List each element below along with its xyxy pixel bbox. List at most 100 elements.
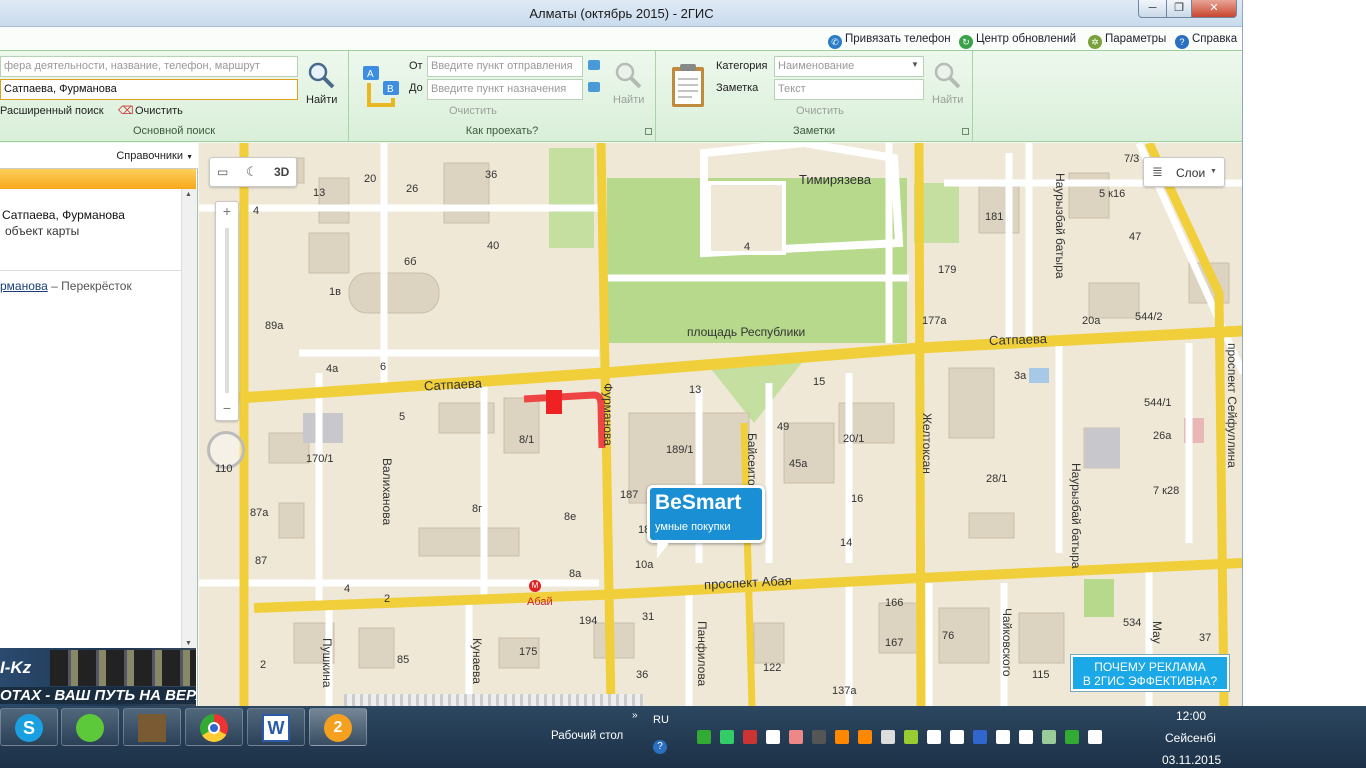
- map-bottom-scrollbar[interactable]: [344, 694, 644, 706]
- house-number[interactable]: 26: [406, 183, 418, 195]
- house-number[interactable]: 36: [485, 169, 497, 181]
- house-number[interactable]: 7 к28: [1153, 485, 1179, 497]
- house-number[interactable]: 47: [1129, 231, 1141, 243]
- taskbar-chrome[interactable]: [185, 708, 243, 746]
- house-number[interactable]: 6: [380, 361, 386, 373]
- house-number[interactable]: 89а: [265, 320, 283, 332]
- search-location-input[interactable]: Сатпаева, Фурманова: [0, 79, 298, 100]
- notes-find-button[interactable]: Найти: [932, 94, 963, 106]
- house-number[interactable]: 115: [1032, 669, 1050, 681]
- clock-date[interactable]: 03.11.2015: [1162, 753, 1221, 767]
- maximize-button[interactable]: ❐: [1166, 0, 1192, 18]
- house-number[interactable]: 14: [840, 537, 852, 549]
- house-number[interactable]: 1в: [329, 286, 341, 298]
- house-number[interactable]: 4: [344, 583, 350, 595]
- house-number[interactable]: 49: [777, 421, 789, 433]
- house-number[interactable]: 5 к16: [1099, 188, 1125, 200]
- house-number[interactable]: 181: [985, 211, 1003, 223]
- notes-search-icon[interactable]: [933, 61, 961, 89]
- tray-icon[interactable]: [973, 730, 987, 744]
- settings-link[interactable]: ✲ Параметры: [1088, 31, 1166, 49]
- advanced-search-link[interactable]: Расширенный поиск: [0, 105, 104, 117]
- house-number[interactable]: 16: [851, 493, 863, 505]
- route-from-input[interactable]: Введите пункт отправления: [427, 56, 583, 77]
- note-text-input[interactable]: Текст: [774, 79, 924, 100]
- list-item[interactable]: рманова – Перекрёсток: [0, 279, 132, 293]
- house-number[interactable]: 177а: [922, 315, 946, 327]
- house-number[interactable]: 4: [253, 205, 259, 217]
- clock-time[interactable]: 12:00: [1176, 709, 1206, 723]
- tray-icon[interactable]: [858, 730, 872, 744]
- house-number[interactable]: 6б: [404, 256, 416, 268]
- selected-object-marker[interactable]: [546, 390, 562, 414]
- category-select[interactable]: Наименование: [774, 56, 924, 77]
- house-number[interactable]: 544/1: [1144, 397, 1172, 409]
- desktop-arrows-icon[interactable]: »: [632, 710, 638, 721]
- help-link[interactable]: ? Справка: [1175, 31, 1237, 49]
- house-number[interactable]: 534: [1123, 617, 1141, 629]
- house-number[interactable]: 20: [364, 173, 376, 185]
- house-number[interactable]: 2: [384, 593, 390, 605]
- house-number[interactable]: 26а: [1153, 430, 1171, 442]
- house-number[interactable]: 189/1: [666, 444, 694, 456]
- tray-icon[interactable]: [743, 730, 757, 744]
- house-number[interactable]: 8г: [472, 503, 482, 515]
- house-number[interactable]: 194: [579, 615, 597, 627]
- house-number[interactable]: 85: [397, 654, 409, 666]
- house-number[interactable]: 7/3: [1124, 153, 1139, 165]
- zoom-in-button[interactable]: +: [220, 204, 234, 219]
- house-number[interactable]: 36: [636, 669, 648, 681]
- house-number[interactable]: 87: [255, 555, 267, 567]
- update-center-link[interactable]: ↻ Центр обновлений: [959, 31, 1076, 49]
- result-title[interactable]: Сатпаева, Фурманова: [2, 208, 125, 222]
- house-number[interactable]: 28/1: [986, 473, 1007, 485]
- house-number[interactable]: 4: [744, 241, 750, 253]
- taskbar-2gis[interactable]: 2: [309, 708, 367, 746]
- house-number[interactable]: 37: [1199, 632, 1211, 644]
- route-from-pick-icon[interactable]: [588, 60, 600, 70]
- taskbar-minecraft[interactable]: [123, 708, 181, 746]
- house-number[interactable]: 179: [938, 264, 956, 276]
- tray-icon[interactable]: [1042, 730, 1056, 744]
- clock-day[interactable]: Сейсенбі: [1165, 731, 1216, 745]
- tray-icon[interactable]: [1019, 730, 1033, 744]
- house-number[interactable]: 166: [885, 597, 903, 609]
- scroll-down-icon[interactable]: ▼: [185, 640, 192, 647]
- taskbar-skype[interactable]: S: [0, 708, 58, 746]
- tray-icon[interactable]: [904, 730, 918, 744]
- scroll-up-icon[interactable]: ▲: [185, 191, 192, 198]
- tray-icon[interactable]: [927, 730, 941, 744]
- tray-icon[interactable]: [766, 730, 780, 744]
- zoom-track[interactable]: [225, 228, 229, 393]
- map-canvas[interactable]: [199, 143, 1243, 706]
- list-item-link[interactable]: рманова: [0, 279, 48, 293]
- house-number[interactable]: 170/1: [306, 453, 334, 465]
- house-number[interactable]: 8е: [564, 511, 576, 523]
- route-find-button[interactable]: Найти: [613, 94, 644, 106]
- chevron-down-icon[interactable]: ▼: [911, 60, 919, 69]
- route-to-input[interactable]: Введите пункт назначения: [427, 79, 583, 100]
- house-number[interactable]: 13: [689, 384, 701, 396]
- directories-dropdown[interactable]: Справочники ▼: [116, 150, 193, 162]
- tray-icon[interactable]: [996, 730, 1010, 744]
- house-number[interactable]: 76: [942, 630, 954, 642]
- notes-clear-button[interactable]: Очистить: [796, 105, 844, 117]
- route-expand-icon[interactable]: [645, 128, 652, 135]
- taskbar-word[interactable]: W: [247, 708, 305, 746]
- tray-icon[interactable]: [697, 730, 711, 744]
- metro-icon[interactable]: M: [529, 580, 541, 592]
- desktop-toolbar[interactable]: Рабочий стол: [551, 730, 623, 742]
- search-find-button[interactable]: Найти: [306, 94, 337, 106]
- house-number[interactable]: 137а: [832, 685, 856, 697]
- besmart-callout[interactable]: BeSmart умные покупки: [647, 485, 765, 543]
- tray-icon[interactable]: [1088, 730, 1102, 744]
- tray-icon[interactable]: [1065, 730, 1079, 744]
- notes-expand-icon[interactable]: [962, 128, 969, 135]
- house-number[interactable]: 31: [642, 611, 654, 623]
- house-number[interactable]: 15: [813, 376, 825, 388]
- house-number[interactable]: 187: [620, 489, 638, 501]
- house-number[interactable]: 20а: [1082, 315, 1100, 327]
- house-number[interactable]: 4а: [326, 363, 338, 375]
- bind-phone-link[interactable]: ✆ Привязать телефон: [828, 31, 951, 49]
- route-clear-button[interactable]: Очистить: [449, 105, 497, 117]
